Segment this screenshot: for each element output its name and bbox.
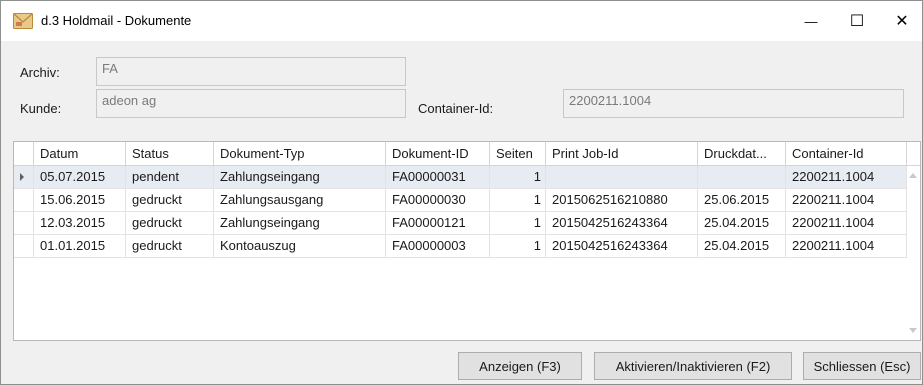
close-icon: ✕ xyxy=(895,13,909,30)
kunde-field[interactable]: adeon ag xyxy=(96,89,406,118)
row-selector[interactable] xyxy=(14,212,34,235)
scroll-up-icon[interactable] xyxy=(909,173,917,178)
row-selector[interactable] xyxy=(14,166,34,189)
archiv-label: Archiv: xyxy=(20,65,60,80)
cell-status[interactable]: gedruckt xyxy=(126,235,214,258)
vertical-scrollbar[interactable] xyxy=(907,166,920,340)
cell-seiten[interactable]: 1 xyxy=(490,166,546,189)
dokumente-window: d.3 Holdmail - Dokumente — ☐ ✕ Archiv: F… xyxy=(0,0,923,385)
container-id-label: Container-Id: xyxy=(418,101,494,116)
minimize-icon: — xyxy=(804,13,818,29)
row-selector[interactable] xyxy=(14,235,34,258)
column-header-container-id[interactable]: Container-Id xyxy=(786,142,907,166)
cell-container-id[interactable]: 2200211.1004 xyxy=(786,212,907,235)
cell-status[interactable]: pendent xyxy=(126,166,214,189)
current-row-arrow-icon xyxy=(20,173,24,181)
cell-print-job-id[interactable]: 2015042516243364 xyxy=(546,235,698,258)
cell-container-id[interactable]: 2200211.1004 xyxy=(786,235,907,258)
cell-datum[interactable]: 12.03.2015 xyxy=(34,212,126,235)
column-header-dokument-typ[interactable]: Dokument-Typ xyxy=(214,142,386,166)
close-button[interactable]: Schliessen (Esc) xyxy=(803,352,921,380)
cell-dokument-typ[interactable]: Zahlungseingang xyxy=(214,166,386,189)
cell-dokument-id[interactable]: FA00000031 xyxy=(386,166,490,189)
cell-druckdatum[interactable] xyxy=(698,166,786,189)
cell-druckdatum[interactable]: 25.06.2015 xyxy=(698,189,786,212)
column-header-status[interactable]: Status xyxy=(126,142,214,166)
close-window-button[interactable]: ✕ xyxy=(879,1,923,41)
maximize-icon: ☐ xyxy=(849,13,865,30)
table-row[interactable]: 12.03.2015 gedruckt Zahlungseingang FA00… xyxy=(14,212,907,235)
container-id-field[interactable]: 2200211.1004 xyxy=(563,89,904,118)
toggle-active-button[interactable]: Aktivieren/Inaktivieren (F2) xyxy=(594,352,792,380)
cell-dokument-id[interactable]: FA00000030 xyxy=(386,189,490,212)
cell-datum[interactable]: 15.06.2015 xyxy=(34,189,126,212)
cell-container-id[interactable]: 2200211.1004 xyxy=(786,189,907,212)
cell-print-job-id[interactable] xyxy=(546,166,698,189)
column-header-seiten[interactable]: Seiten xyxy=(490,142,546,166)
cell-dokument-typ[interactable]: Kontoauszug xyxy=(214,235,386,258)
column-header-druckdatum[interactable]: Druckdat... xyxy=(698,142,786,166)
cell-druckdatum[interactable]: 25.04.2015 xyxy=(698,235,786,258)
window-title: d.3 Holdmail - Dokumente xyxy=(41,13,192,28)
minimize-button[interactable]: — xyxy=(788,1,834,41)
cell-status[interactable]: gedruckt xyxy=(126,189,214,212)
table-row[interactable]: 15.06.2015 gedruckt Zahlungsausgang FA00… xyxy=(14,189,907,212)
column-header-print-job-id[interactable]: Print Job-Id xyxy=(546,142,698,166)
column-header-datum[interactable]: Datum xyxy=(34,142,126,166)
cell-dokument-id[interactable]: FA00000121 xyxy=(386,212,490,235)
title-bar[interactable]: d.3 Holdmail - Dokumente — ☐ ✕ xyxy=(1,1,922,41)
table-row[interactable]: 05.07.2015 pendent Zahlungseingang FA000… xyxy=(14,166,907,189)
row-selector[interactable] xyxy=(14,189,34,212)
scroll-down-icon[interactable] xyxy=(909,328,917,333)
cell-seiten[interactable]: 1 xyxy=(490,235,546,258)
row-header-corner xyxy=(14,142,34,166)
cell-datum[interactable]: 01.01.2015 xyxy=(34,235,126,258)
archiv-field[interactable]: FA xyxy=(96,57,406,86)
envelope-icon xyxy=(13,13,33,29)
cell-status[interactable]: gedruckt xyxy=(126,212,214,235)
cell-container-id[interactable]: 2200211.1004 xyxy=(786,166,907,189)
cell-dokument-typ[interactable]: Zahlungseingang xyxy=(214,212,386,235)
cell-seiten[interactable]: 1 xyxy=(490,189,546,212)
cell-datum[interactable]: 05.07.2015 xyxy=(34,166,126,189)
table-row[interactable]: 01.01.2015 gedruckt Kontoauszug FA000000… xyxy=(14,235,907,258)
show-button[interactable]: Anzeigen (F3) xyxy=(458,352,582,380)
cell-print-job-id[interactable]: 2015042516243364 xyxy=(546,212,698,235)
cell-seiten[interactable]: 1 xyxy=(490,212,546,235)
cell-druckdatum[interactable]: 25.04.2015 xyxy=(698,212,786,235)
cell-dokument-id[interactable]: FA00000003 xyxy=(386,235,490,258)
column-header-dokument-id[interactable]: Dokument-ID xyxy=(386,142,490,166)
kunde-label: Kunde: xyxy=(20,101,62,116)
grid-header: Datum Status Dokument-Typ Dokument-ID Se… xyxy=(14,142,920,166)
cell-print-job-id[interactable]: 2015062516210880 xyxy=(546,189,698,212)
cell-dokument-typ[interactable]: Zahlungsausgang xyxy=(214,189,386,212)
documents-grid: Datum Status Dokument-Typ Dokument-ID Se… xyxy=(13,141,921,341)
maximize-button[interactable]: ☐ xyxy=(834,1,880,41)
